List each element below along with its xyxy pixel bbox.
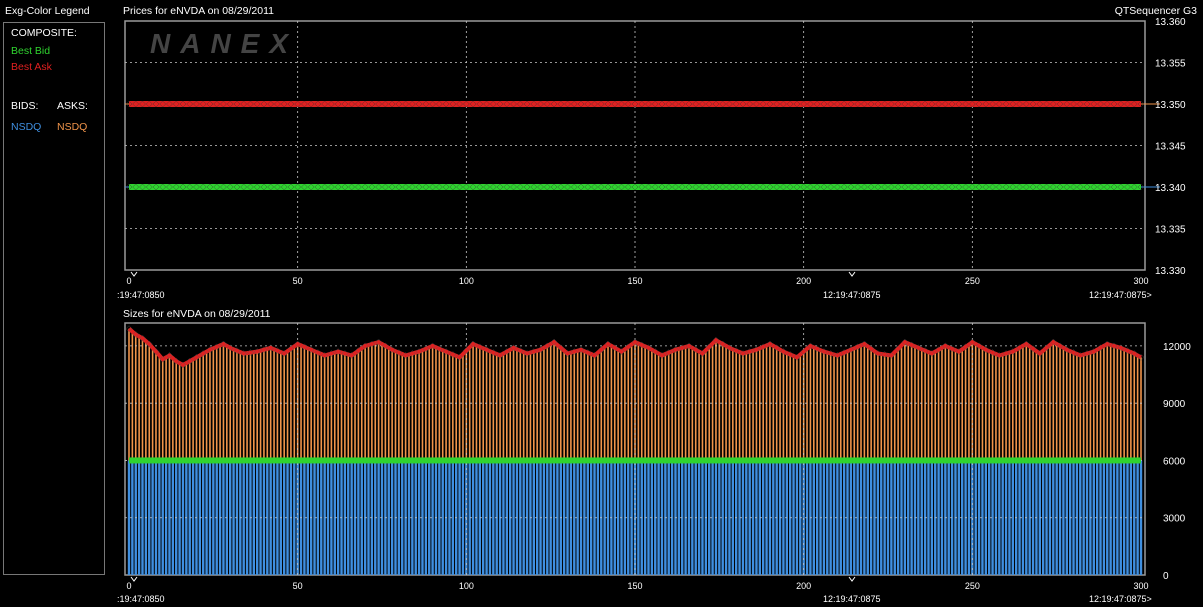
sizes-x-ticks: 0 50 100 150 200 250 300: [126, 581, 1148, 591]
sizes-chart: 0 3000 6000 9000 12000 0 50 100 150 200 250 300: [124, 322, 1191, 591]
prices-mid-marker: [848, 271, 856, 277]
prices-start-marker: [130, 271, 138, 277]
nanex-watermark: NANEX: [150, 28, 298, 59]
sizes-x-tick-label: 200: [796, 581, 811, 591]
prices-time-right: 12:19:47:0875>: [1089, 290, 1152, 300]
prices-x-tick-label: 300: [1133, 276, 1148, 286]
best-ask-price-line: [129, 101, 1141, 107]
sizes-time-left: :19:47:0850: [117, 594, 165, 604]
charts-svg: NANEX 13.33013.33513.34013.34513.35013.3…: [117, 17, 1191, 604]
sizes-time-right: 12:19:47:0875>: [1089, 594, 1152, 604]
prices-y-tick-label: 13.350: [1155, 100, 1186, 111]
prices-y-tick-label: 13.360: [1155, 17, 1186, 28]
sizes-x-tick-label: 50: [293, 581, 303, 591]
prices-y-ticks: 13.330 13.335 13.340 13.345 13.350 13.355 13.3…: [1155, 17, 1186, 277]
sizes-mid-marker: [848, 576, 856, 582]
prices-y-tick-label: 13.355: [1155, 59, 1186, 70]
sizes-y-ticks: 0 3000 6000 9000 12000: [1163, 342, 1191, 582]
prices-time-left: :19:47:0850: [117, 290, 165, 300]
sizes-x-tick-label: 0: [126, 581, 131, 591]
prices-x-tick-label: 50: [293, 276, 303, 286]
best-bid-size-line: [129, 457, 1141, 464]
sizes-y-tick-label: 3000: [1163, 514, 1186, 525]
sizes-x-tick-label: 150: [627, 581, 642, 591]
sizes-x-tick-label: 300: [1133, 581, 1148, 591]
sizes-y-tick-label: 9000: [1163, 399, 1186, 410]
prices-y-tick-label: 13.340: [1155, 183, 1186, 194]
prices-time-middle: 12:19:47:0875: [823, 290, 881, 300]
prices-x-tick-label: 100: [459, 276, 474, 286]
best-bid-price-line: [129, 184, 1141, 190]
prices-x-tick-label: 250: [965, 276, 980, 286]
sizes-time-middle: 12:19:47:0875: [823, 594, 881, 604]
prices-x-tick-label: 200: [796, 276, 811, 286]
sizes-x-tick-label: 250: [965, 581, 980, 591]
prices-y-tick-label: 13.345: [1155, 142, 1186, 153]
prices-y-tick-label: 13.335: [1155, 225, 1186, 236]
prices-y-tick-label: 13.330: [1155, 266, 1186, 277]
sizes-x-tick-label: 100: [459, 581, 474, 591]
sizes-y-tick-label: 12000: [1163, 342, 1191, 353]
sizes-start-marker: [130, 576, 138, 582]
prices-x-tick-label: 150: [627, 276, 642, 286]
sizes-y-tick-label: 6000: [1163, 456, 1186, 467]
prices-chart: NANEX 13.33013.33513.34013.34513.35013.3…: [124, 17, 1186, 286]
prices-x-tick-label: 0: [126, 276, 131, 286]
sizes-y-tick-label: 0: [1163, 571, 1169, 582]
prices-x-ticks: 0 50 100 150 200 250 300: [126, 276, 1148, 286]
